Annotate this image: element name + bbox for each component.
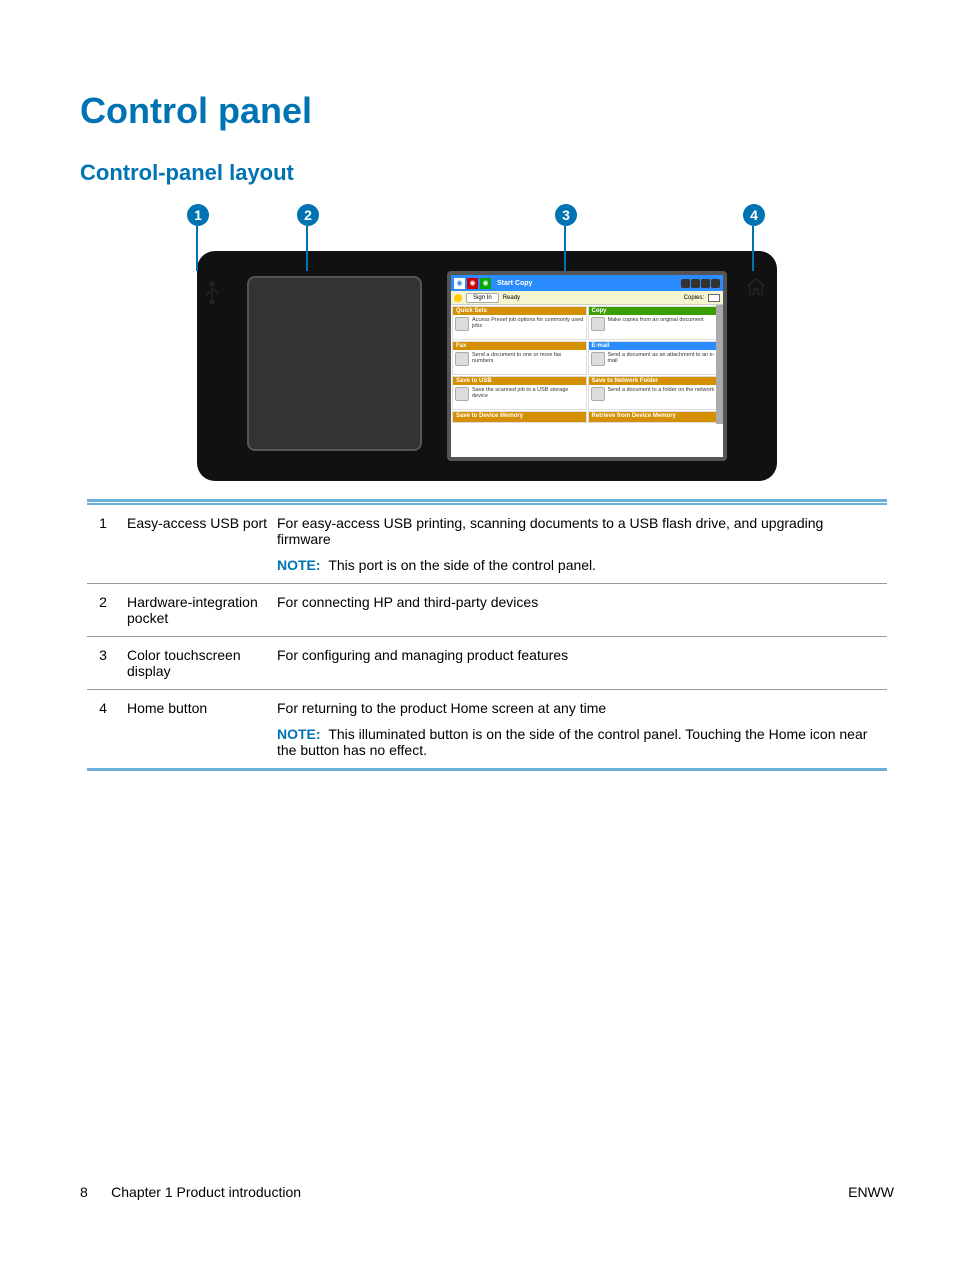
callout-1: 1 <box>187 204 209 226</box>
screen-app-grid: Quick Sets Access Preset job options for… <box>451 305 723 424</box>
tile-desc: Make copies from an original document <box>608 317 720 331</box>
callout-legend-table: 1 Easy-access USB port For easy-access U… <box>87 499 887 771</box>
tile-fax: Fax Send a document to one or more fax n… <box>452 341 587 375</box>
screen-header: ◉ ◉ ◉ Start Copy <box>451 275 723 291</box>
callout-line <box>306 226 308 271</box>
network-folder-icon <box>591 387 605 401</box>
email-icon <box>591 352 605 366</box>
row-name: Color touchscreen display <box>127 636 277 689</box>
table-row: 4 Home button For returning to the produ… <box>87 689 887 769</box>
copies-value <box>708 294 720 302</box>
tile-desc: Send a document to a folder on the netwo… <box>608 387 720 401</box>
hardware-integration-pocket <box>247 276 422 451</box>
tile-save-usb: Save to USB Save the scanned job to a US… <box>452 376 587 410</box>
table-row: 3 Color touchscreen display For configur… <box>87 636 887 689</box>
screen-title: Start Copy <box>493 280 679 287</box>
row-number: 3 <box>87 636 127 689</box>
note-label: NOTE: <box>277 726 321 742</box>
panel-body: ◉ ◉ ◉ Start Copy Sign In Ready Copies: Q… <box>197 251 777 481</box>
chapter-label: Chapter 1 Product introduction <box>111 1184 301 1200</box>
status-text: Ready <box>503 295 680 301</box>
quicksets-icon <box>455 317 469 331</box>
tile-save-network: Save to Network Folder Send a document t… <box>588 376 723 410</box>
row-number: 2 <box>87 583 127 636</box>
usb-save-icon <box>455 387 469 401</box>
page-heading: Control panel <box>80 90 894 132</box>
tile-header: Fax <box>453 342 586 350</box>
tile-email: E-mail Send a document as an attachment … <box>588 341 723 375</box>
tile-retrieve-device-memory: Retrieve from Device Memory <box>588 411 723 423</box>
signin-bar: Sign In Ready Copies: <box>451 291 723 305</box>
page-footer: 8 Chapter 1 Product introduction ENWW <box>80 1184 894 1200</box>
tile-copy: Copy Make copies from an original docume… <box>588 306 723 340</box>
callout-4: 4 <box>743 204 765 226</box>
callout-3: 3 <box>555 204 577 226</box>
status-icons <box>681 279 720 288</box>
footer-left: 8 Chapter 1 Product introduction <box>80 1184 301 1200</box>
tile-desc: Send a document as an attachment to an e… <box>608 352 720 366</box>
tile-header: Quick Sets <box>453 307 586 315</box>
hp-logo-icon: ◉ <box>454 278 465 289</box>
row-description: For connecting HP and third-party device… <box>277 583 887 636</box>
callout-line <box>564 226 566 271</box>
tile-save-device-memory: Save to Device Memory <box>452 411 587 423</box>
scrollbar <box>716 305 723 424</box>
tile-header: Copy <box>589 307 722 315</box>
callout-line <box>752 226 754 271</box>
callout-2: 2 <box>297 204 319 226</box>
page-number: 8 <box>80 1184 88 1200</box>
home-icon <box>745 276 767 298</box>
tile-desc: Send a document to one or more fax numbe… <box>472 352 584 366</box>
usb-icon <box>204 281 220 310</box>
touchscreen: ◉ ◉ ◉ Start Copy Sign In Ready Copies: Q… <box>447 271 727 461</box>
callout-line <box>196 226 198 271</box>
row-number: 4 <box>87 689 127 769</box>
row-name: Hardware-integration pocket <box>127 583 277 636</box>
tile-quick-sets: Quick Sets Access Preset job options for… <box>452 306 587 340</box>
tile-desc: Save the scanned job to a USB storage de… <box>472 387 584 401</box>
stop-icon: ◉ <box>467 278 478 289</box>
row-number: 1 <box>87 504 127 584</box>
warning-icon <box>454 294 462 302</box>
tile-header: Save to USB <box>453 377 586 385</box>
control-panel-diagram: 1 2 3 4 ◉ ◉ ◉ Star <box>167 206 807 481</box>
tile-header: Save to Network Folder <box>589 377 722 385</box>
table-row: 1 Easy-access USB port For easy-access U… <box>87 504 887 584</box>
copies-label: Copies: <box>684 295 704 301</box>
footer-lang: ENWW <box>848 1184 894 1200</box>
sign-in-button: Sign In <box>466 293 499 303</box>
start-icon: ◉ <box>480 278 491 289</box>
tile-header: Retrieve from Device Memory <box>589 412 722 422</box>
tile-desc: Access Preset job options for commonly u… <box>472 317 584 331</box>
section-heading: Control-panel layout <box>80 160 894 186</box>
row-name: Home button <box>127 689 277 769</box>
row-name: Easy-access USB port <box>127 504 277 584</box>
copy-icon <box>591 317 605 331</box>
fax-icon <box>455 352 469 366</box>
tile-header: E-mail <box>589 342 722 350</box>
note-label: NOTE: <box>277 557 321 573</box>
table-row: 2 Hardware-integration pocket For connec… <box>87 583 887 636</box>
tile-header: Save to Device Memory <box>453 412 586 422</box>
row-description: For returning to the product Home screen… <box>277 689 887 769</box>
row-description: For configuring and managing product fea… <box>277 636 887 689</box>
row-description: For easy-access USB printing, scanning d… <box>277 504 887 584</box>
